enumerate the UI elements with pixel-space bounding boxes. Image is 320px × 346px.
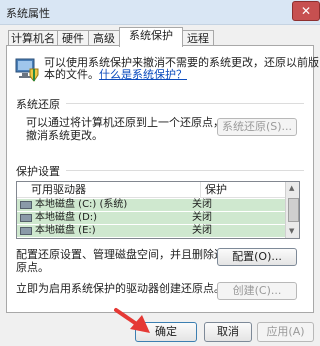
drive-icon — [20, 201, 32, 209]
list-item[interactable]: 本地磁盘 (D:) 关闭 — [17, 212, 285, 224]
cancel-button[interactable]: 取消 — [204, 322, 252, 342]
apply-button[interactable]: 应用(A) — [257, 322, 314, 342]
scroll-down-icon[interactable]: ▼ — [289, 227, 294, 235]
tab-system-protection[interactable]: 系统保护 — [119, 27, 183, 47]
tab-hardware[interactable]: 硬件 — [57, 30, 89, 46]
create-button[interactable]: 创建(C)... — [217, 282, 297, 300]
intro-line-2: 本的文件。什么是系统保护？ — [44, 68, 187, 81]
column-header-drive[interactable]: 可用驱动器 — [17, 182, 199, 198]
system-restore-button[interactable]: 系统还原(S)... — [217, 118, 297, 136]
system-restore-group-title: 系统还原 — [16, 98, 60, 111]
restore-desc-line-2: 撤消系统更改。 — [26, 129, 103, 142]
configure-button[interactable]: 配置(O)... — [217, 248, 297, 266]
configure-desc-line-2: 原点。 — [16, 261, 49, 274]
scroll-up-icon[interactable]: ▲ — [289, 184, 294, 192]
computer-shield-icon — [15, 58, 39, 82]
create-desc: 立即为启用系统保护的驱动器创建还原点。 — [16, 282, 225, 295]
list-item[interactable]: 本地磁盘 (C:) (系统) 关闭 — [17, 199, 285, 211]
close-button[interactable]: ✕ — [292, 1, 320, 21]
drive-icon — [20, 214, 32, 222]
drive-icon — [20, 227, 32, 235]
tab-page — [6, 45, 314, 313]
what-is-system-protection-link[interactable]: 什么是系统保护？ — [99, 68, 187, 81]
scroll-thumb[interactable] — [288, 198, 299, 222]
column-header-protection[interactable]: 保护 — [200, 182, 286, 198]
window-title: 系统属性 — [6, 7, 50, 20]
group-divider — [66, 103, 304, 104]
list-item[interactable]: 本地磁盘 (E:) 关闭 — [17, 225, 285, 237]
group-divider — [66, 170, 304, 171]
tab-remote[interactable]: 远程 — [182, 30, 214, 46]
list-scrollbar[interactable]: ▲ ▼ — [285, 182, 299, 238]
drive-list[interactable]: 可用驱动器 保护 本地磁盘 (C:) (系统) 关闭 本地磁盘 (D:) 关闭 … — [16, 181, 300, 239]
red-arrow-icon — [114, 308, 150, 333]
protection-settings-group-title: 保护设置 — [16, 165, 60, 178]
tab-advanced[interactable]: 高级 — [88, 30, 120, 46]
tab-computer-name[interactable]: 计算机名 — [8, 30, 58, 46]
